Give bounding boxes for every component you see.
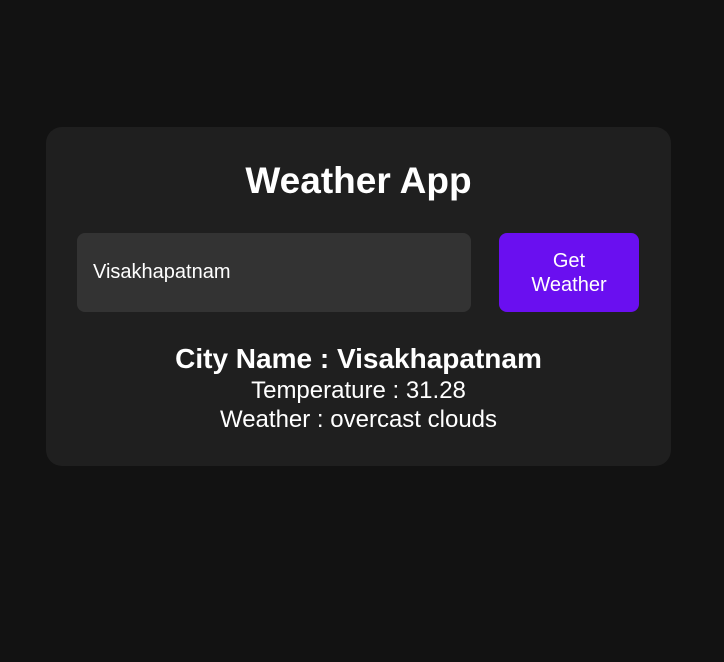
- city-search-input[interactable]: [77, 233, 471, 312]
- city-name-label: City Name :: [175, 343, 337, 374]
- temperature-line: Temperature : 31.28: [46, 376, 671, 405]
- get-weather-button[interactable]: Get Weather: [499, 233, 639, 312]
- city-name-value: Visakhapatnam: [336, 343, 542, 374]
- weather-line: Weather : overcast clouds: [46, 405, 671, 434]
- app-title: Weather App: [245, 160, 472, 201]
- weather-value: overcast clouds: [330, 406, 498, 433]
- temperature-label: Temperature :: [251, 377, 406, 404]
- city-name-line: City Name : Visakhapatnam: [46, 342, 671, 376]
- temperature-value: 31.28: [405, 377, 466, 404]
- weather-result: City Name : Visakhapatnam Temperature : …: [46, 342, 671, 434]
- weather-card: Weather App Get Weather City Name : Visa…: [46, 127, 671, 466]
- weather-label: Weather :: [219, 406, 331, 433]
